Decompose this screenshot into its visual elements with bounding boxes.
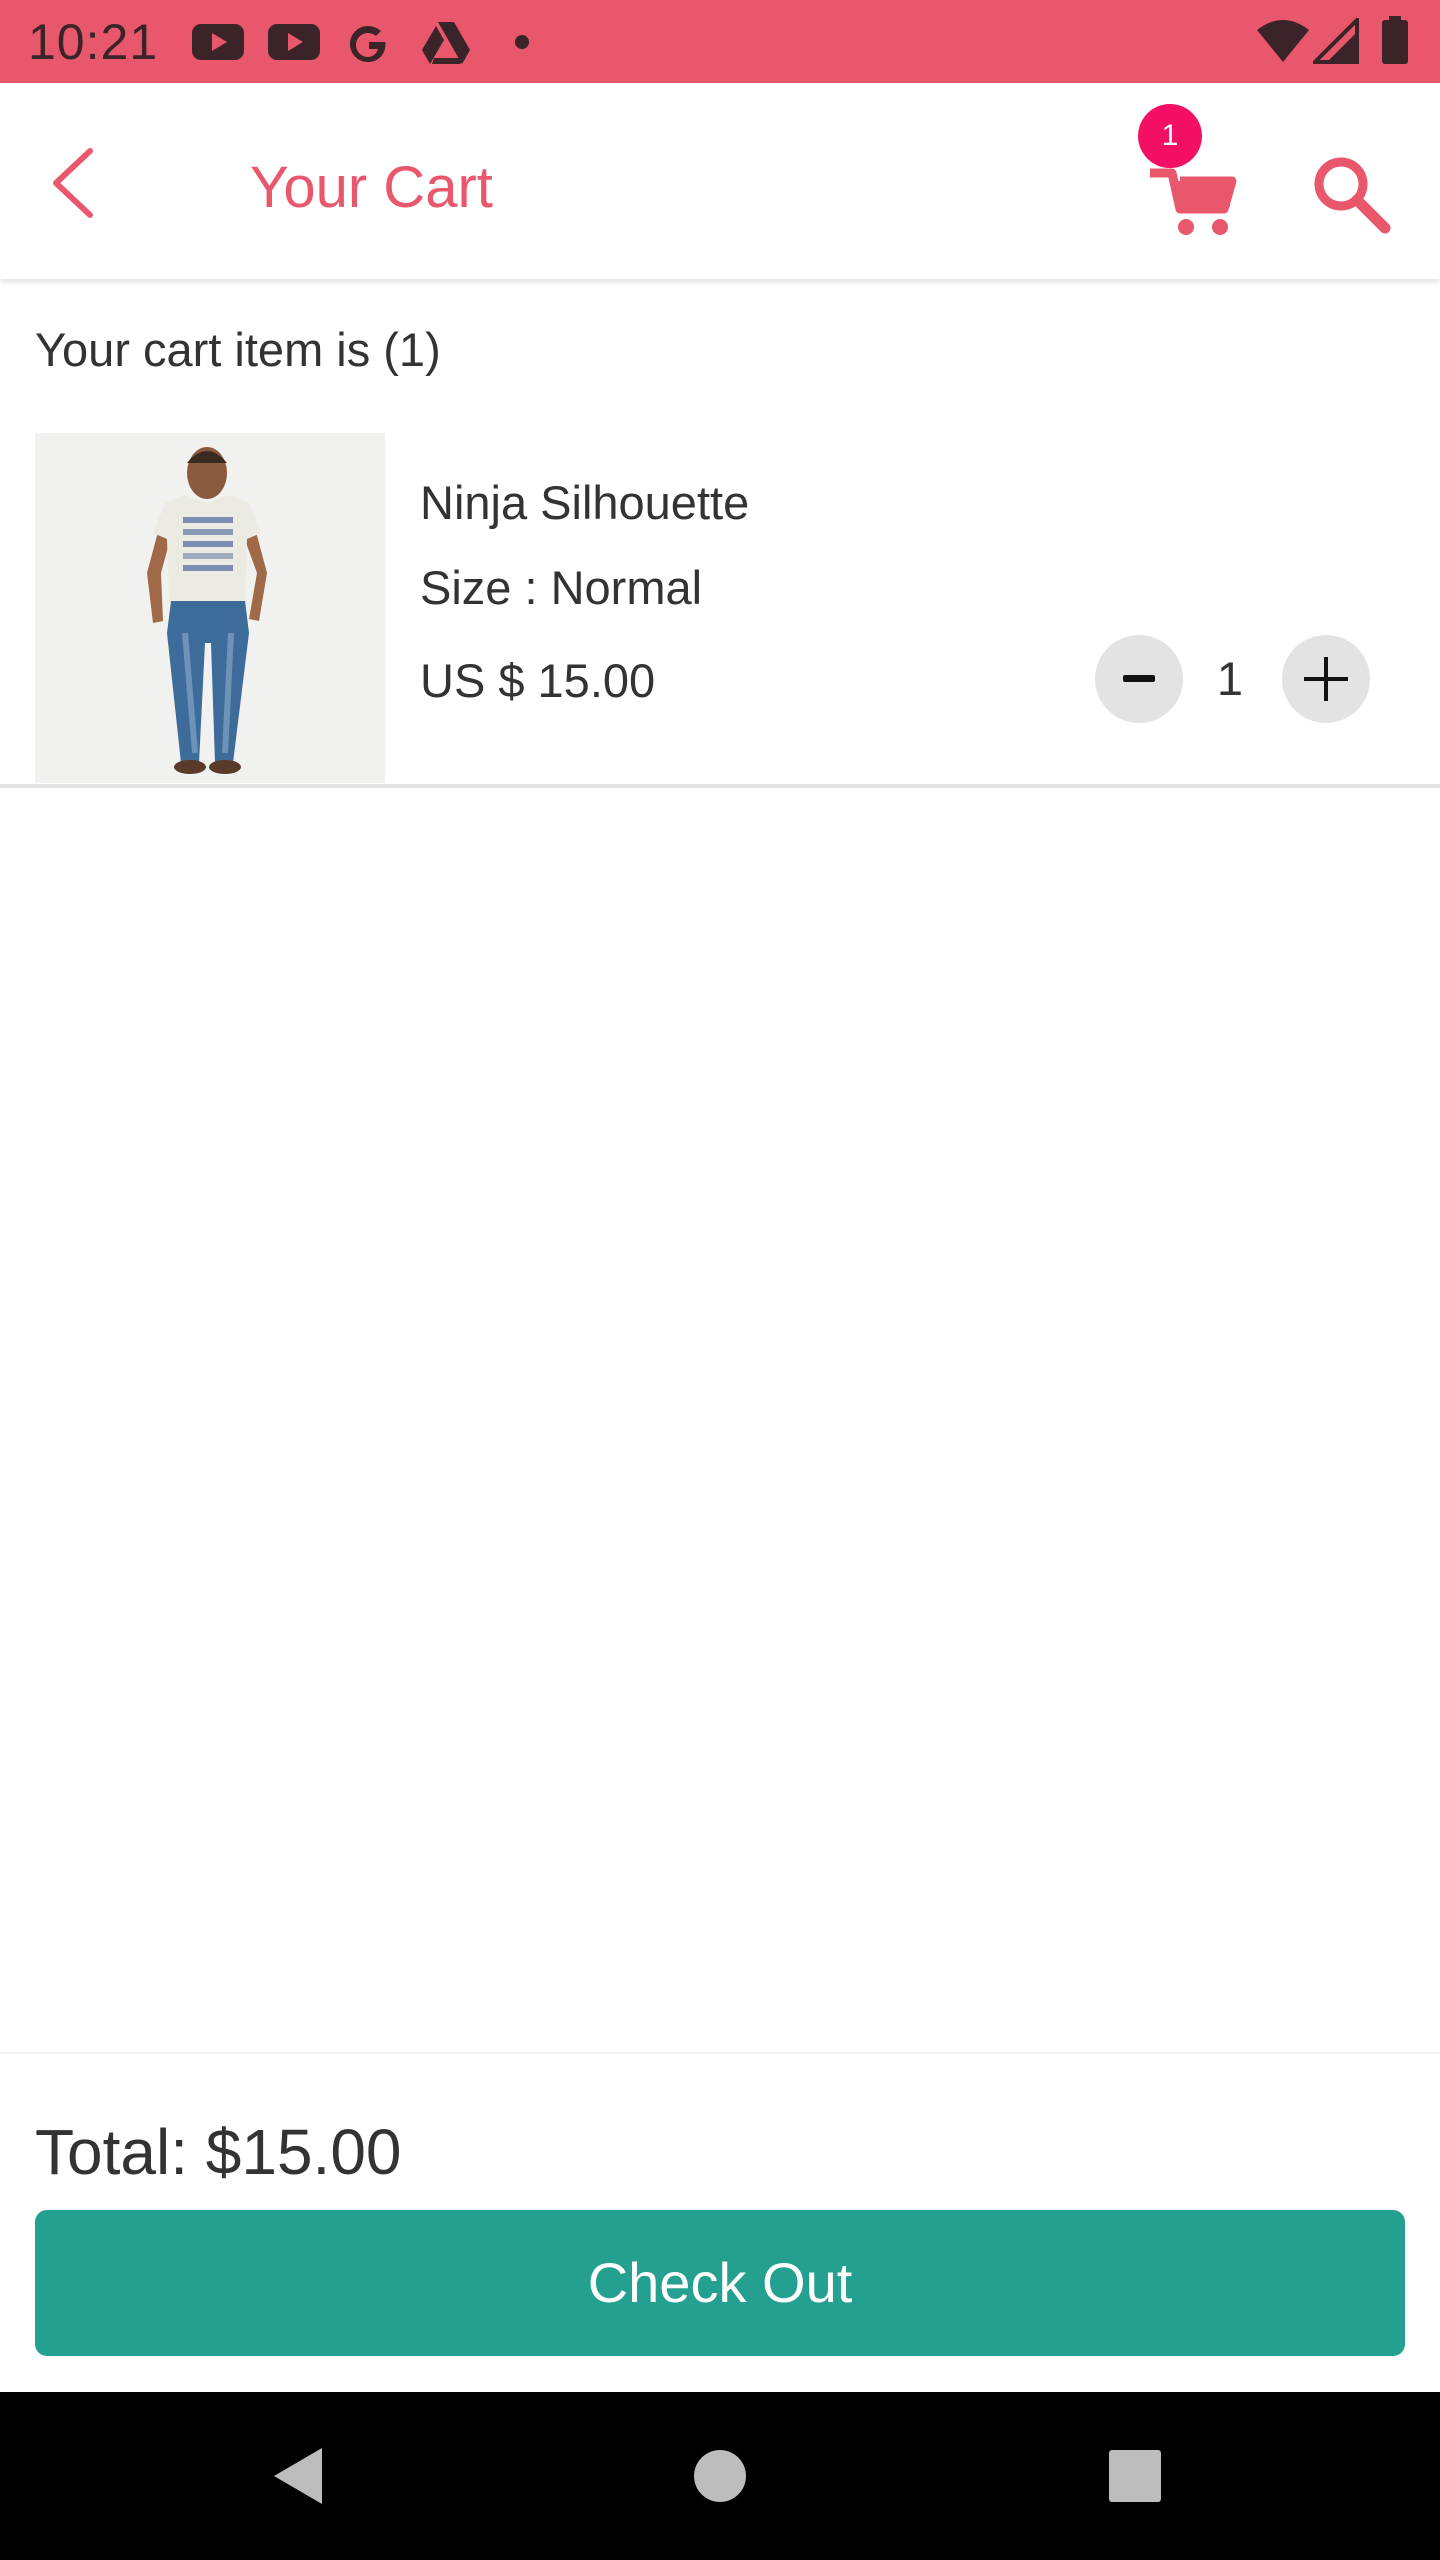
checkout-button[interactable]: Check Out <box>35 2210 1405 2356</box>
plus-icon <box>1304 657 1348 701</box>
battery-icon <box>1382 16 1408 64</box>
wifi-icon <box>1257 20 1309 62</box>
google-icon <box>350 26 386 62</box>
bottom-divider <box>0 2052 1440 2054</box>
cart-item-count: Your cart item is (1) <box>35 323 441 376</box>
system-nav-bar <box>0 2392 1440 2560</box>
cart-badge: 1 <box>1138 104 1202 168</box>
signal-icon <box>1313 18 1359 64</box>
minus-icon <box>1123 675 1155 682</box>
search-icon[interactable] <box>1305 148 1395 238</box>
product-figure-image <box>35 433 385 783</box>
decrease-quantity-button[interactable] <box>1095 635 1183 723</box>
cart-item: Ninja Silhouette Size : Normal US $ 15.0… <box>0 433 1440 788</box>
home-circle-icon[interactable] <box>680 2436 760 2516</box>
increase-quantity-button[interactable] <box>1282 635 1370 723</box>
item-size: Size : Normal <box>420 561 703 614</box>
back-triangle-icon[interactable] <box>260 2436 340 2516</box>
youtube-icon <box>192 24 244 60</box>
page-title: Your Cart <box>250 155 493 220</box>
app-bar: Your Cart <box>0 83 1440 279</box>
recents-square-icon[interactable] <box>1095 2436 1175 2516</box>
status-time: 10:21 <box>28 14 159 70</box>
item-name: Ninja Silhouette <box>420 476 750 529</box>
product-photo[interactable] <box>35 433 385 783</box>
status-bar: 10:21 <box>0 0 1440 83</box>
quantity-value: 1 <box>1216 652 1244 705</box>
total-price: Total: $15.00 <box>35 2116 402 2188</box>
youtube-icon <box>268 24 320 60</box>
drive-icon <box>422 22 470 64</box>
dot-icon <box>515 35 529 49</box>
item-price: US $ 15.00 <box>420 654 656 707</box>
back-arrow-icon[interactable] <box>40 143 112 223</box>
